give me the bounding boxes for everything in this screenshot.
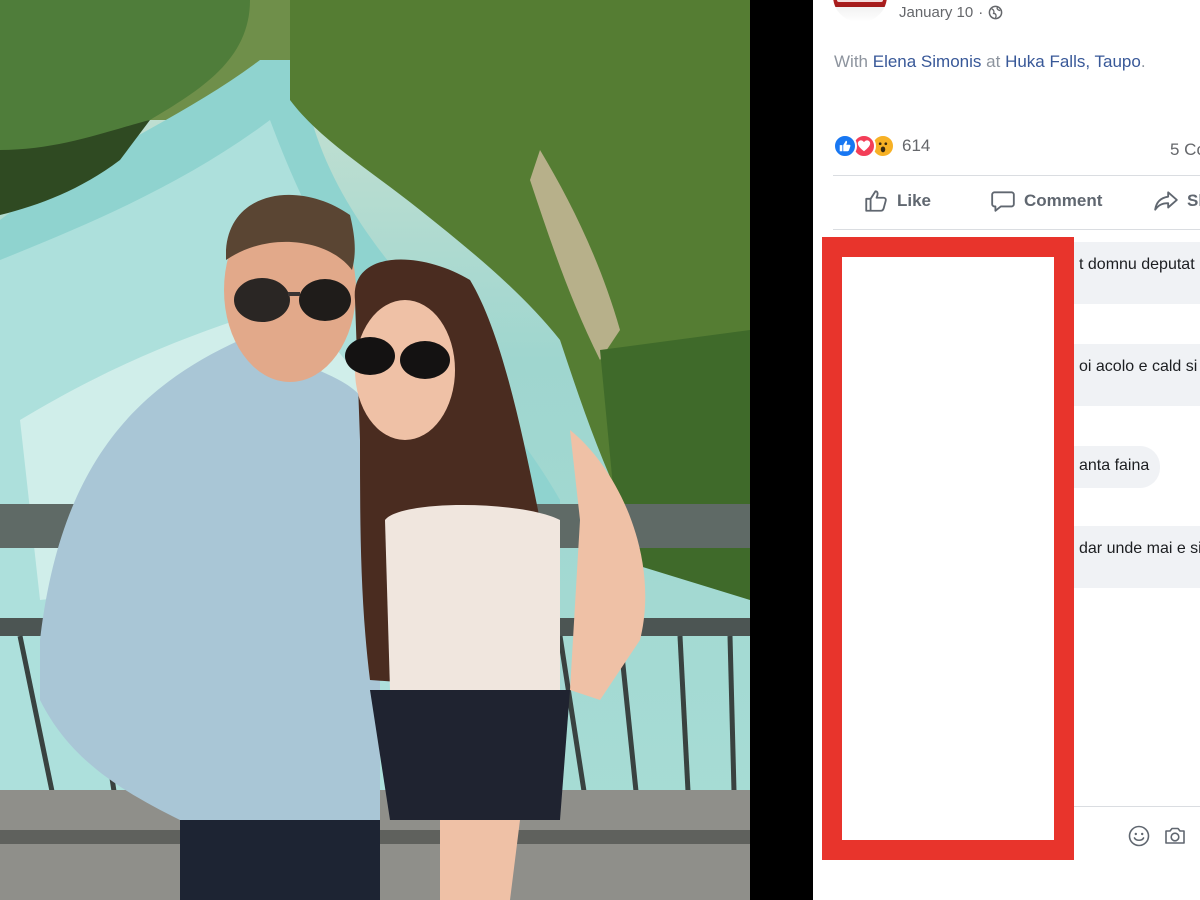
- camera-icon[interactable]: [1163, 824, 1187, 848]
- composer-divider: [1073, 806, 1200, 807]
- black-gutter: [750, 0, 813, 900]
- reaction-summary[interactable]: 614: [833, 134, 930, 158]
- comment-label: Comment: [1024, 191, 1103, 210]
- like-label: Like: [897, 191, 932, 210]
- tagged-person-link[interactable]: Elena Simonis: [873, 52, 982, 71]
- location-link[interactable]: Huka Falls, Taupo: [1005, 52, 1141, 71]
- comment-text: anta faina: [1079, 457, 1150, 474]
- globe-icon[interactable]: [988, 5, 1003, 20]
- comment-text: dar unde mai e si: [1079, 540, 1200, 557]
- divider: [833, 175, 1200, 176]
- post-date[interactable]: January 10: [899, 4, 973, 21]
- comments-count[interactable]: 5 Co: [1170, 140, 1200, 160]
- share-button[interactable]: Sh: [1153, 188, 1200, 214]
- redaction-box: [822, 237, 1074, 860]
- comment-button[interactable]: Comment: [990, 188, 1102, 214]
- reaction-count: 614: [902, 136, 931, 155]
- post-meta: January 10 ·: [899, 4, 1003, 21]
- speech-bubble-icon: [991, 191, 1015, 212]
- share-label: Sh: [1187, 191, 1200, 210]
- thumbs-up-icon: [865, 190, 887, 212]
- page-avatar[interactable]: [833, 0, 887, 22]
- like-reaction-icon: [833, 134, 857, 158]
- comment-text: t domnu deputat: [1079, 256, 1195, 273]
- share-arrow-icon: [1154, 191, 1178, 211]
- tagged-line: With Elena Simonis at Huka Falls, Taupo.: [834, 52, 1146, 72]
- at-word: at: [986, 52, 1001, 71]
- photo-scene: [0, 0, 750, 900]
- post-panel: January 10 · With Elena Simonis at Huka …: [813, 0, 1200, 900]
- comment-text: oi acolo e cald si: [1079, 358, 1198, 375]
- like-button[interactable]: Like: [863, 188, 931, 214]
- with-prefix: With: [834, 52, 868, 71]
- location-suffix: .: [1140, 52, 1146, 71]
- post-photo[interactable]: [0, 0, 750, 900]
- divider: [833, 229, 1200, 230]
- emoji-icon[interactable]: [1127, 824, 1151, 848]
